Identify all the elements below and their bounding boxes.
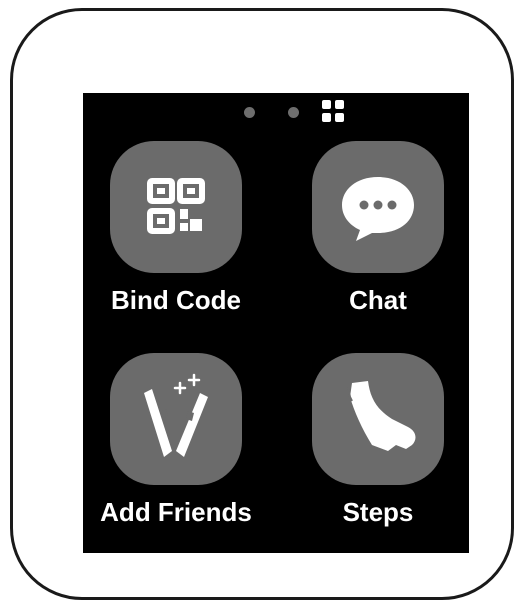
app-tile[interactable] [110, 141, 242, 273]
add-friends-bracelets-icon [144, 373, 208, 457]
watch-device-frame: Bind Code Chat Add Friends Steps [10, 8, 514, 600]
app-tile[interactable] [110, 353, 242, 485]
app-tile[interactable] [312, 141, 444, 273]
app-steps[interactable]: Steps [283, 353, 469, 553]
app-tile[interactable] [312, 353, 444, 485]
qr-code-icon [147, 178, 205, 234]
app-label: Chat [349, 285, 407, 315]
page-indicator [83, 93, 469, 127]
page-dot-2[interactable] [288, 107, 299, 118]
app-label: Bind Code [111, 285, 241, 315]
app-label: Add Friends [100, 497, 252, 527]
grid-icon[interactable] [321, 99, 345, 123]
watch-screen: Bind Code Chat Add Friends Steps [83, 93, 469, 553]
app-bind-code[interactable]: Bind Code [83, 141, 271, 341]
shoe-icon [347, 381, 416, 451]
app-label: Steps [342, 497, 414, 527]
chat-bubble-icon [342, 177, 414, 241]
page-dot-1[interactable] [244, 107, 255, 118]
app-add-friends[interactable]: Add Friends [83, 353, 271, 553]
app-chat[interactable]: Chat [283, 141, 469, 341]
